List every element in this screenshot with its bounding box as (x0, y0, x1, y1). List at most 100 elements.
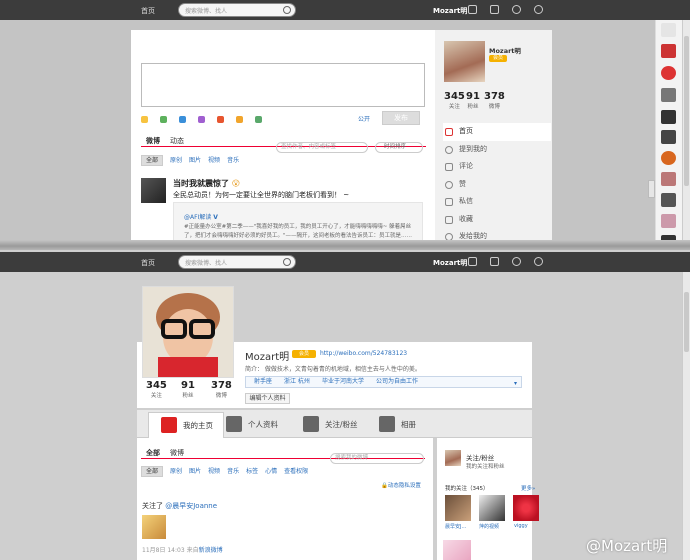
stat-followers[interactable]: 91 粉丝 (466, 91, 480, 110)
tab-weibo[interactable]: 微博 (146, 137, 160, 145)
upper-scrollbar[interactable] (682, 20, 690, 250)
search-icon[interactable] (283, 258, 291, 266)
stat-posts[interactable]: 378 微博 (211, 380, 232, 399)
search-icon[interactable] (283, 6, 291, 14)
filter-image[interactable]: 图片 (189, 468, 201, 475)
friend-avatar[interactable] (661, 110, 676, 124)
filter-all[interactable]: 全部 (141, 466, 164, 477)
friend-avatar[interactable] (661, 151, 676, 165)
sort-select[interactable]: 时间排序 (375, 142, 423, 153)
followed-user-link[interactable]: @晨早安Joanne (165, 502, 217, 510)
user-name-link[interactable]: Mozart明 (433, 258, 467, 268)
edit-icon[interactable] (468, 5, 477, 14)
privacy-settings-link[interactable]: 🔒动态隐私设置 (381, 481, 421, 489)
friend-avatar[interactable] (661, 193, 676, 207)
nav-home-link[interactable]: 首页 (141, 6, 155, 16)
sidebar-user-name[interactable]: Mozart明 (489, 45, 521, 55)
post-author-avatar[interactable] (141, 178, 166, 203)
friend-avatar[interactable] (661, 88, 676, 102)
sidebar-item-likes[interactable]: 赞 (443, 176, 551, 194)
thumb-label[interactable]: viggy (514, 523, 528, 529)
stat-posts[interactable]: 378 微博 (484, 91, 505, 110)
stat-following[interactable]: 345 关注 (444, 91, 465, 110)
tag-school[interactable]: 毕业于河南大学 (322, 378, 364, 385)
collapse-strip-handle[interactable] (648, 180, 655, 198)
vip-badge[interactable]: 会员 (489, 55, 507, 62)
follow-fans-title[interactable]: 关注/粉丝 (466, 452, 494, 462)
vote-icon[interactable] (236, 116, 243, 123)
filter-tag[interactable]: 标签 (246, 468, 258, 475)
mail-icon[interactable] (490, 257, 499, 266)
tag-constellation[interactable]: 射手座 (254, 378, 272, 385)
topic-icon[interactable] (217, 116, 224, 123)
filter-mood[interactable]: 心情 (265, 468, 277, 475)
friend-avatar[interactable] (661, 130, 676, 144)
edit-profile-button[interactable]: 编辑个人资料 (245, 393, 290, 404)
filter-music[interactable]: 音乐 (227, 157, 239, 164)
profile-avatar[interactable] (142, 286, 234, 378)
more-link[interactable]: 更多» (521, 484, 535, 492)
more-icon[interactable] (255, 116, 262, 123)
filter-music[interactable]: 音乐 (227, 468, 239, 475)
tab-my-home[interactable]: 我的主页 (148, 412, 224, 438)
post-button[interactable]: 发布 (382, 111, 420, 125)
thumb-label[interactable]: 萍的视频 (479, 523, 499, 530)
followed-thumb[interactable] (443, 540, 471, 560)
friend-avatar[interactable] (661, 66, 676, 80)
video-icon[interactable] (179, 116, 186, 123)
emoji-icon[interactable] (141, 116, 148, 123)
tab-weibo[interactable]: 微博 (170, 449, 184, 457)
tag-location[interactable]: 浙江 杭州 (284, 378, 310, 385)
followed-user-avatar[interactable] (142, 515, 166, 539)
global-search-input[interactable]: 搜索微博、找人 (178, 3, 296, 17)
compose-textarea[interactable] (141, 63, 425, 107)
tab-all[interactable]: 全部 (146, 449, 160, 457)
thumb-label[interactable]: 晨早安J... (445, 523, 466, 530)
stat-followers[interactable]: 91 粉丝 (181, 380, 195, 399)
image-icon[interactable] (160, 116, 167, 123)
friend-avatar[interactable] (661, 214, 676, 228)
sidebar-item-home[interactable]: 首页 (443, 123, 551, 141)
my-follow-count[interactable]: 我的关注（345） (445, 484, 489, 492)
music-icon[interactable] (198, 116, 205, 123)
tag-work[interactable]: 公司为自由工作 (376, 378, 418, 385)
sidebar-item-mentions[interactable]: 提到我的 (443, 141, 551, 159)
sidebar-item-comments[interactable]: 评论 (443, 158, 551, 176)
followed-thumb[interactable] (479, 495, 505, 521)
edit-icon[interactable] (468, 257, 477, 266)
profile-tags[interactable]: 射手座 浙江 杭州 毕业于河南大学 公司为自由工作 ▾ (245, 376, 522, 388)
tab-profile-info[interactable]: 个人资料 (226, 412, 278, 438)
sidebar-avatar[interactable] (444, 41, 485, 82)
side-user-avatar[interactable] (445, 450, 461, 466)
visibility-select[interactable]: 公开 (358, 114, 370, 123)
source-link[interactable]: 新浪微博 (199, 547, 223, 554)
lower-scrollbar[interactable] (682, 272, 690, 560)
filter-image[interactable]: 图片 (189, 157, 201, 164)
friend-avatar[interactable] (661, 44, 676, 58)
feed-search-input[interactable]: 查找作者、内容或标签 (276, 142, 368, 153)
filter-video[interactable]: 视频 (208, 157, 220, 164)
nav-home-link[interactable]: 首页 (141, 258, 155, 268)
power-icon[interactable] (534, 257, 543, 266)
sidebar-item-favorites[interactable]: 收藏 (443, 211, 551, 229)
followed-thumb[interactable] (513, 495, 539, 521)
stat-following[interactable]: 345 关注 (146, 380, 167, 399)
vip-badge[interactable]: 会员 (292, 350, 316, 358)
filter-permission[interactable]: 查看权限 (284, 468, 308, 475)
settings-icon[interactable] (661, 23, 676, 37)
tab-album[interactable]: 相册 (379, 412, 416, 438)
profile-url[interactable]: http://weibo.com/524783123 (320, 350, 407, 357)
power-icon[interactable] (534, 5, 543, 14)
global-search-input[interactable]: 搜索微博、找人 (178, 255, 296, 269)
filter-video[interactable]: 视频 (208, 468, 220, 475)
followed-thumb[interactable] (445, 495, 471, 521)
chevron-down-icon[interactable]: ▾ (514, 379, 517, 389)
filter-original[interactable]: 原创 (170, 468, 182, 475)
sidebar-item-messages[interactable]: 私信 (443, 193, 551, 211)
tab-activity[interactable]: 动态 (170, 137, 184, 145)
tab-follow-fans[interactable]: 关注/粉丝 (303, 412, 358, 438)
filter-all[interactable]: 全部 (141, 155, 164, 166)
user-name-link[interactable]: Mozart明 (433, 6, 467, 16)
gear-icon[interactable] (512, 257, 521, 266)
gear-icon[interactable] (512, 5, 521, 14)
